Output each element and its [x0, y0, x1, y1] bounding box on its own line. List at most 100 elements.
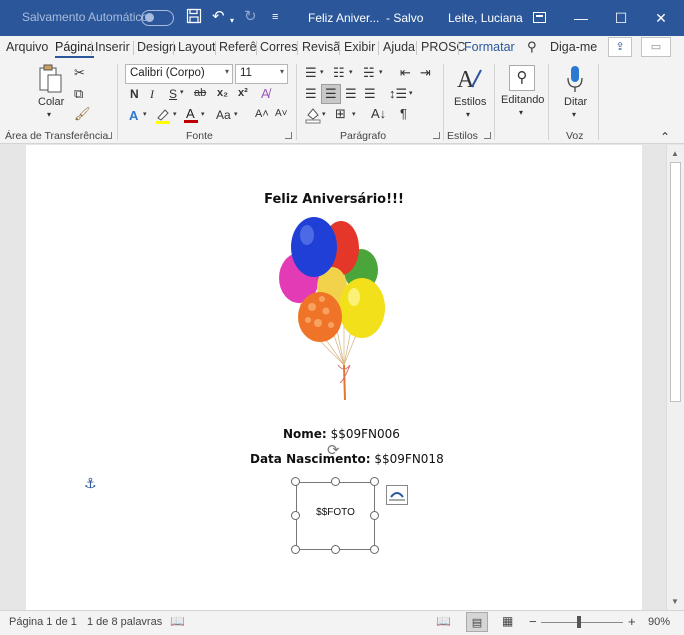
sort-icon[interactable]: A↓ — [371, 106, 386, 122]
zoom-slider-thumb[interactable] — [577, 616, 581, 628]
numbering-dropdown-icon[interactable]: ▾ — [349, 68, 353, 76]
align-left-icon[interactable]: ☰ — [305, 86, 317, 102]
comments-icon[interactable]: ▭ — [641, 37, 671, 57]
tab-ajuda[interactable]: Ajuda — [383, 40, 415, 54]
autosave-toggle[interactable] — [141, 10, 174, 26]
increase-indent-icon[interactable]: ⇥ — [420, 65, 431, 81]
name-field[interactable]: Nome: $$09FN006 — [283, 427, 400, 441]
page-count[interactable]: Página 1 de 1 — [9, 616, 77, 628]
grow-font-button[interactable]: A˄ — [255, 108, 269, 120]
bullets-icon[interactable]: ☰ — [305, 65, 317, 81]
styles-icon[interactable]: A — [456, 65, 484, 99]
customize-toolbar-icon[interactable]: ≡ — [272, 8, 278, 26]
align-right-icon[interactable]: ☰ — [345, 86, 357, 102]
strikethrough-button[interactable]: ab — [194, 87, 206, 99]
shading-icon[interactable] — [305, 106, 321, 128]
tab-inserir[interactable]: Inserir — [95, 40, 130, 54]
text-effects-dropdown-icon[interactable]: ▾ — [143, 110, 147, 118]
scroll-up-icon[interactable]: ▲ — [671, 149, 679, 158]
zoom-out-button[interactable]: − — [529, 614, 537, 629]
tab-arquivo[interactable]: Arquivo — [6, 40, 48, 54]
cut-icon[interactable]: ✂ — [74, 65, 85, 81]
rotate-handle-icon[interactable]: ⟳ — [327, 441, 340, 459]
borders-dropdown-icon[interactable]: ▾ — [352, 110, 356, 118]
minimize-icon[interactable]: — — [566, 6, 596, 30]
vertical-scrollbar[interactable]: ▲ ▼ — [666, 145, 684, 610]
undo-icon[interactable]: ↶ — [212, 8, 225, 26]
resize-handle[interactable] — [370, 477, 379, 486]
scroll-down-icon[interactable]: ▼ — [671, 597, 679, 606]
share-icon[interactable]: ⇪ — [608, 37, 632, 57]
bullets-dropdown-icon[interactable]: ▾ — [320, 68, 324, 76]
line-spacing-icon[interactable]: ↕☰ — [389, 86, 407, 102]
search-icon[interactable]: ⚲ — [527, 39, 537, 55]
show-paragraph-marks-icon[interactable]: ¶ — [400, 106, 407, 122]
paste-icon[interactable] — [38, 64, 64, 98]
tab-correspondencias[interactable]: Corres — [260, 40, 298, 54]
paragraph-launcher-icon[interactable] — [433, 132, 440, 139]
web-layout-icon[interactable]: ▦ — [502, 614, 513, 628]
tell-me-search[interactable]: Diga-me — [550, 40, 597, 54]
paste-dropdown-icon[interactable]: ▾ — [47, 110, 51, 119]
undo-dropdown-icon[interactable]: ▾ — [230, 12, 234, 30]
save-icon[interactable] — [186, 8, 202, 29]
subscript-button[interactable]: x₂ — [217, 87, 228, 99]
editing-label[interactable]: Editando — [501, 94, 544, 106]
shading-dropdown-icon[interactable]: ▾ — [322, 110, 326, 118]
resize-handle[interactable] — [291, 545, 300, 554]
scrollbar-thumb[interactable] — [670, 162, 681, 402]
balloons-image[interactable] — [274, 215, 394, 405]
user-name[interactable]: Leite, Luciana — [448, 11, 523, 25]
resize-handle[interactable] — [331, 545, 340, 554]
resize-handle[interactable] — [291, 511, 300, 520]
font-family-select[interactable]: Calibri (Corpo) ▾ — [125, 64, 233, 84]
align-center-icon[interactable]: ☰ — [325, 86, 337, 102]
font-size-select[interactable]: 11 ▾ — [235, 64, 288, 84]
copy-icon[interactable]: ⧉ — [74, 86, 83, 102]
ribbon-display-options-icon[interactable] — [524, 6, 554, 30]
word-count[interactable]: 1 de 8 palavras — [87, 616, 162, 628]
redo-icon[interactable]: ↻ — [244, 8, 257, 26]
styles-launcher-icon[interactable] — [484, 132, 491, 139]
tab-layout[interactable]: Layout — [178, 40, 216, 54]
zoom-level[interactable]: 90% — [648, 616, 670, 628]
multilevel-list-icon[interactable]: ☵ — [363, 65, 375, 81]
tab-formatar[interactable]: Formatar — [464, 40, 515, 54]
font-color-dropdown-icon[interactable]: ▾ — [201, 110, 205, 118]
change-case-button[interactable]: Aa — [216, 108, 231, 122]
underline-button[interactable]: S — [169, 87, 177, 101]
justify-icon[interactable]: ☰ — [364, 86, 376, 102]
paste-label[interactable]: Colar — [38, 96, 64, 108]
font-launcher-icon[interactable] — [285, 132, 292, 139]
maximize-icon[interactable]: ☐ — [606, 6, 636, 30]
borders-icon[interactable]: ⊞ — [335, 106, 346, 122]
layout-options-button[interactable] — [386, 485, 408, 505]
document-page[interactable]: Feliz Aniversário!!! Nome: $$09FN006 Dat… — [26, 145, 642, 610]
resize-handle[interactable] — [291, 477, 300, 486]
tab-exibir[interactable]: Exibir — [344, 40, 375, 54]
italic-button[interactable]: I — [150, 87, 154, 102]
find-icon[interactable]: ⚲ — [509, 65, 535, 91]
resize-handle[interactable] — [370, 511, 379, 520]
decrease-indent-icon[interactable]: ⇤ — [400, 65, 411, 81]
numbering-icon[interactable]: ☷ — [333, 65, 345, 81]
font-color-icon[interactable]: A — [184, 106, 198, 128]
format-painter-icon[interactable]: 🖌 — [74, 106, 91, 122]
microphone-icon[interactable] — [566, 65, 584, 99]
resize-handle[interactable] — [331, 477, 340, 486]
photo-textbox[interactable]: $$FOTO — [296, 482, 375, 550]
editing-dropdown-icon[interactable]: ▾ — [519, 108, 523, 117]
highlight-icon[interactable] — [155, 107, 171, 129]
tab-design[interactable]: Design — [137, 40, 176, 54]
styles-label[interactable]: Estilos — [454, 96, 486, 108]
shrink-font-button[interactable]: A˅ — [275, 108, 288, 119]
text-effects-button[interactable]: A — [129, 108, 138, 123]
birth-date-field[interactable]: Data Nascimento: $$09FN018 — [250, 452, 444, 466]
print-layout-icon[interactable]: ▤ — [466, 612, 488, 632]
resize-handle[interactable] — [370, 545, 379, 554]
zoom-slider[interactable] — [541, 622, 623, 623]
zoom-in-button[interactable]: + — [628, 614, 636, 629]
close-icon[interactable]: ✕ — [646, 6, 676, 30]
tab-pagina[interactable]: Página — [55, 40, 94, 58]
bold-button[interactable]: N — [130, 87, 139, 101]
